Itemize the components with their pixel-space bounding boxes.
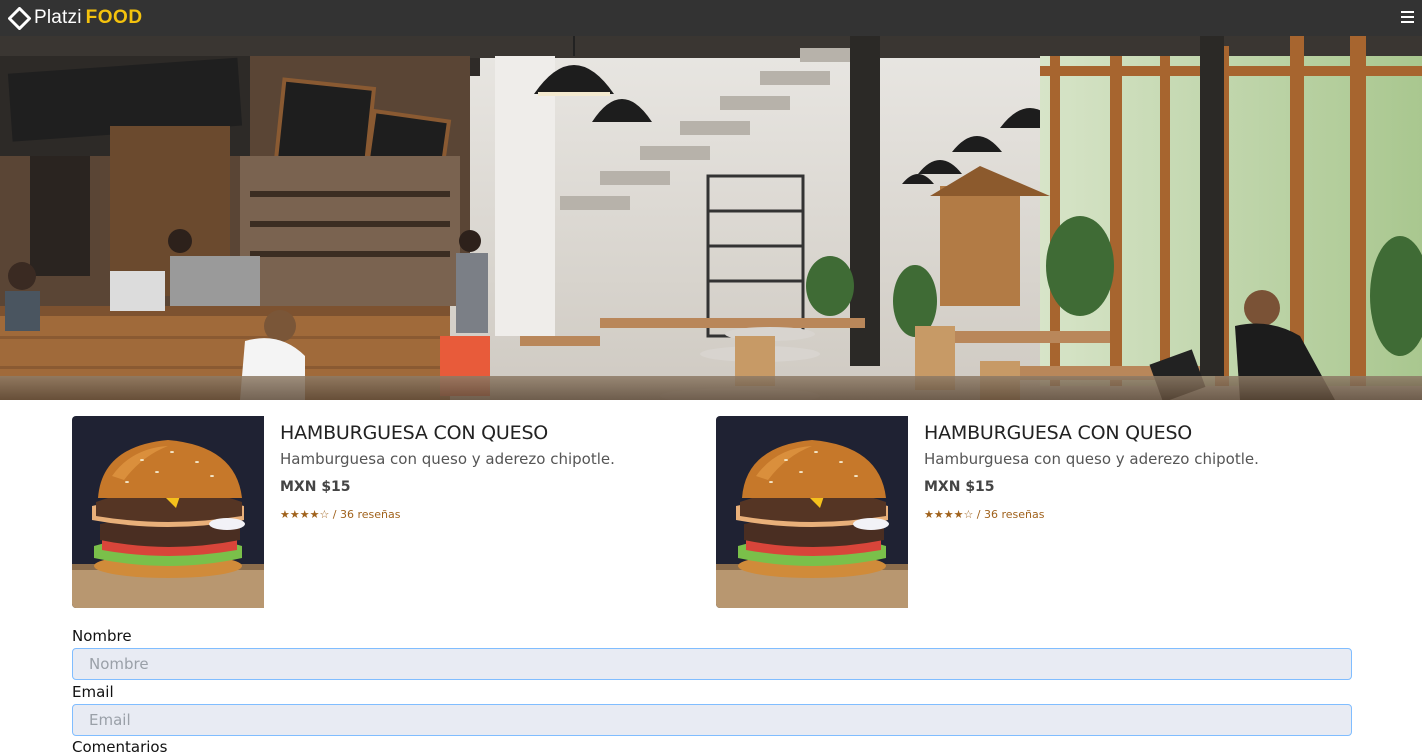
card-title: HAMBURGUESA CON QUESO [280, 422, 549, 444]
card-rating: ★★★★☆ / 36 reseñas [924, 508, 1045, 521]
hero-image [0, 36, 1422, 400]
food-card[interactable]: HAMBURGUESA CON QUESO Hamburguesa con qu… [716, 416, 1356, 608]
food-card[interactable]: HAMBURGUESA CON QUESO Hamburguesa con qu… [72, 416, 712, 608]
card-description: Hamburguesa con queso y aderezo chipotle… [280, 450, 615, 468]
card-title: HAMBURGUESA CON QUESO [924, 422, 1193, 444]
name-label: Nombre [72, 627, 132, 645]
comments-label: Comentarios [72, 738, 168, 756]
card-price: MXN $15 [924, 479, 995, 495]
cheeseburger-image [72, 416, 264, 608]
name-input[interactable] [72, 648, 1352, 680]
brand-name: Platzi [34, 7, 82, 28]
restaurant-interior-image [0, 36, 1422, 400]
brand-food: FOOD [85, 7, 143, 28]
card-image [716, 416, 908, 608]
cheeseburger-image [716, 416, 908, 608]
card-image [72, 416, 264, 608]
card-description: Hamburguesa con queso y aderezo chipotle… [924, 450, 1259, 468]
card-price: MXN $15 [280, 479, 351, 495]
hamburger-menu-icon[interactable] [1401, 11, 1414, 25]
email-label: Email [72, 683, 114, 701]
platzi-logo-icon [8, 6, 31, 30]
email-input[interactable] [72, 704, 1352, 736]
card-rating: ★★★★☆ / 36 reseñas [280, 508, 401, 521]
navbar: Platzi FOOD [0, 0, 1422, 36]
brand-logo[interactable]: Platzi FOOD [8, 6, 143, 30]
